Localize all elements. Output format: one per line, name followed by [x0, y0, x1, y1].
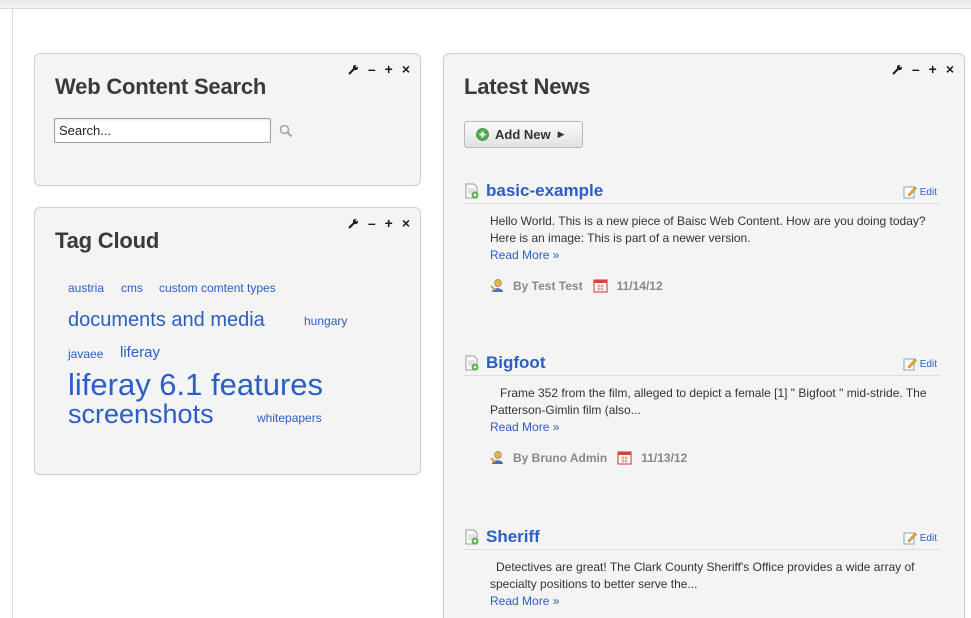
tag-link[interactable]: cms — [121, 282, 143, 294]
tag-link[interactable]: whitepapers — [257, 412, 322, 424]
article-summary: Frame 352 from the film, alleged to depi… — [464, 376, 940, 436]
minimize-button[interactable]: – — [368, 216, 376, 230]
close-button[interactable]: × — [946, 62, 954, 76]
calendar-icon — [617, 451, 632, 465]
article-summary: Hello World. This is a new piece of Bais… — [464, 204, 940, 264]
add-icon — [476, 128, 489, 141]
wrench-icon[interactable] — [348, 64, 359, 75]
edit-label: Edit — [919, 186, 937, 198]
article-date: 11/14/12 — [616, 278, 663, 293]
page-left-border — [12, 9, 13, 618]
close-button[interactable]: × — [402, 216, 410, 230]
web-content-search-portlet: Web Content Search – + × — [34, 53, 421, 186]
edit-icon — [903, 358, 917, 371]
article-date: 11/13/12 — [641, 450, 688, 465]
edit-label: Edit — [919, 532, 937, 544]
article-meta: By Bruno Admin 11/13/12 — [490, 450, 940, 465]
edit-label: Edit — [919, 358, 937, 370]
article-author: By Test Test — [513, 278, 583, 293]
tag-link[interactable]: hungary — [304, 315, 347, 327]
article-summary: Detectives are great! The Clark County S… — [464, 550, 940, 610]
article-header: basic-example Edit — [464, 180, 940, 204]
tag-link[interactable]: custom comtent types — [159, 282, 276, 294]
latest-news-portlet: Latest News – + × Add New ▶ basic-exampl… — [443, 53, 965, 618]
edit-icon — [903, 532, 917, 545]
search-input[interactable] — [54, 118, 271, 143]
tag-link[interactable]: liferay — [120, 345, 160, 360]
article-title-link[interactable]: basic-example — [486, 181, 603, 201]
maximize-button[interactable]: + — [929, 62, 937, 76]
search-icon[interactable] — [279, 124, 293, 138]
article-body: Detectives are great! The Clark County S… — [490, 560, 915, 591]
edit-icon — [903, 186, 917, 199]
tag-link[interactable]: liferay 6.1 features — [68, 369, 323, 400]
user-icon — [490, 279, 503, 292]
read-more-link[interactable]: Read More » — [490, 247, 559, 264]
article-body: Hello World. This is a new piece of Bais… — [490, 214, 926, 245]
tag-link[interactable]: javaee — [68, 348, 103, 360]
add-new-button[interactable]: Add New ▶ — [464, 121, 583, 148]
read-more-link[interactable]: Read More » — [490, 419, 559, 436]
edit-link[interactable]: Edit — [903, 185, 937, 199]
dropdown-arrow-icon: ▶ — [557, 129, 565, 139]
tag-link[interactable]: austria — [68, 282, 104, 294]
tag-link[interactable]: documents and media — [68, 310, 265, 330]
article-title-link[interactable]: Bigfoot — [486, 353, 545, 373]
news-article: basic-example Edit Hello World. This is … — [464, 180, 940, 293]
maximize-button[interactable]: + — [385, 62, 393, 76]
portlet-controls: – + × — [348, 216, 410, 230]
portlet-controls: – + × — [348, 62, 410, 76]
portlet-title: Web Content Search — [55, 74, 267, 99]
news-article: Sheriff Edit Detectives are great! The C… — [464, 526, 940, 610]
page-top-bar — [0, 0, 971, 9]
edit-link[interactable]: Edit — [903, 357, 937, 371]
article-header: Sheriff Edit — [464, 526, 940, 550]
article-icon — [465, 355, 479, 371]
portlet-controls: – + × — [892, 62, 954, 76]
tag-cloud-portlet: Tag Cloud – + × austria cms custom comte… — [34, 207, 421, 475]
user-icon — [490, 451, 503, 464]
article-author: By Bruno Admin — [513, 450, 608, 465]
article-icon — [465, 529, 479, 545]
maximize-button[interactable]: + — [385, 216, 393, 230]
wrench-icon[interactable] — [348, 218, 359, 229]
calendar-icon — [593, 279, 608, 293]
article-meta: By Test Test 11/14/12 — [490, 278, 940, 293]
minimize-button[interactable]: – — [912, 62, 920, 76]
search-row — [54, 118, 293, 143]
wrench-icon[interactable] — [892, 64, 903, 75]
minimize-button[interactable]: – — [368, 62, 376, 76]
portlet-title: Tag Cloud — [55, 228, 160, 253]
article-icon — [465, 183, 479, 199]
news-article: Bigfoot Edit Frame 352 from the film, al… — [464, 352, 940, 465]
close-button[interactable]: × — [402, 62, 410, 76]
article-header: Bigfoot Edit — [464, 352, 940, 376]
read-more-link[interactable]: Read More » — [490, 593, 559, 610]
article-title-link[interactable]: Sheriff — [486, 527, 540, 547]
portlet-title: Latest News — [464, 74, 591, 99]
tag-link[interactable]: screenshots — [68, 401, 214, 428]
add-new-label: Add New — [495, 127, 551, 142]
edit-link[interactable]: Edit — [903, 531, 937, 545]
article-body: Frame 352 from the film, alleged to depi… — [490, 386, 927, 417]
